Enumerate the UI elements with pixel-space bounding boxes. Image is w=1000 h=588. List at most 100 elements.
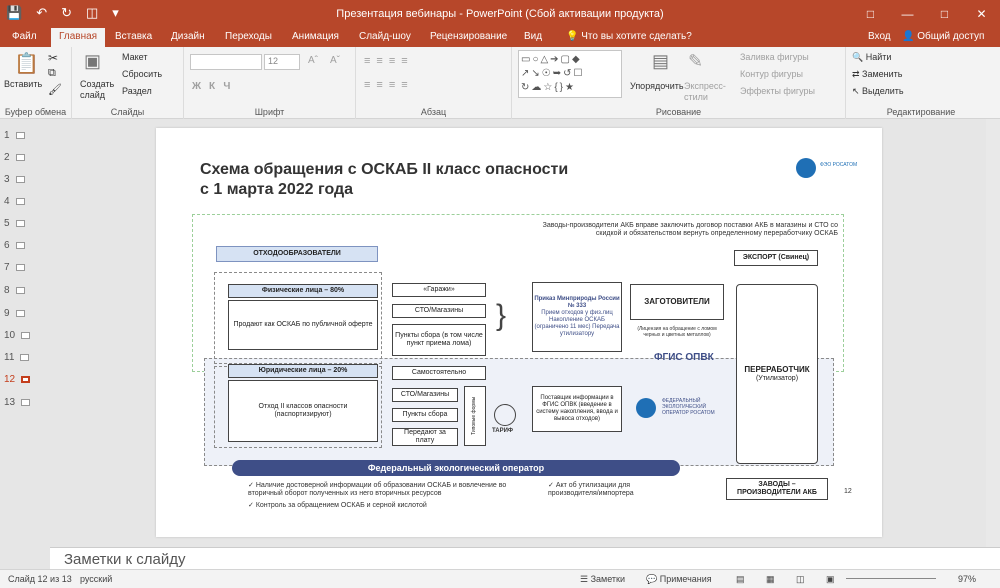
shape-outline-button[interactable]: Контур фигуры — [740, 69, 803, 79]
zoom-level[interactable]: 97% — [958, 574, 976, 584]
arrange-icon[interactable]: ▤ — [652, 51, 669, 72]
slide-thumb-9[interactable]: 9 — [4, 308, 25, 319]
slide-thumb-2[interactable]: 2 — [4, 152, 25, 163]
comments-toggle[interactable]: 💬 Примечания — [646, 574, 712, 585]
new-slide-icon[interactable]: ▣ — [84, 51, 101, 72]
express-styles-icon[interactable]: ✎ — [688, 51, 703, 72]
login-link[interactable]: Вход — [868, 31, 891, 42]
tab-view[interactable]: Вид — [524, 31, 542, 42]
slide-thumb-7[interactable]: 7 — [4, 262, 25, 273]
redo-icon[interactable]: ↻ — [61, 5, 72, 21]
replace-label: Заменить — [862, 69, 903, 79]
shrink-font-icon[interactable]: Aˇ — [330, 55, 340, 66]
legal-desc2: (паспортизируют) — [274, 411, 332, 418]
select-button[interactable]: ↖ Выделить — [852, 86, 904, 97]
slide-thumb-1[interactable]: 1 — [4, 130, 25, 141]
slide-thumb-11[interactable]: 11 — [4, 352, 30, 363]
font-size-input[interactable]: 12 — [264, 54, 300, 70]
generators-label: ОТХОДООБРАЗОВАТЕЛИ — [216, 246, 378, 262]
slide-thumb-number: 12 — [4, 374, 16, 385]
customize-qat-icon[interactable]: ▾ — [112, 5, 119, 21]
slide-thumb-13[interactable]: 13 — [4, 397, 31, 408]
processor-box: ПЕРЕРАБОТЧИК (Утилизатор) — [736, 284, 818, 464]
tab-review[interactable]: Рецензирование — [430, 31, 507, 42]
slide-title-line2[interactable]: с 1 марта 2022 года — [200, 181, 353, 199]
tab-slideshow[interactable]: Слайд-шоу — [359, 31, 411, 42]
font-format-icons[interactable]: ЖКЧ — [192, 81, 238, 92]
find-button[interactable]: 🔍 Найти — [852, 52, 891, 63]
slide-title-line1[interactable]: Схема обращения с ОСКАБ II класс опаснос… — [200, 161, 568, 179]
save-icon[interactable]: 💾 — [6, 5, 22, 21]
brace-icon: } — [496, 299, 507, 332]
shape-effects-button[interactable]: Эффекты фигуры — [740, 86, 815, 96]
create-slide-button[interactable]: Создать слайд — [80, 79, 120, 101]
slide-thumb-6[interactable]: 6 — [4, 240, 25, 251]
slide-sorter-icon[interactable]: ▦ — [766, 574, 775, 585]
tell-me-search[interactable]: 💡 Что вы хотите сделать? — [566, 31, 692, 42]
slide-thumb-8[interactable]: 8 — [4, 285, 25, 296]
cut-icon[interactable]: ✂ — [48, 51, 58, 65]
slide-editing-area[interactable]: Схема обращения с ОСКАБ II класс опаснос… — [50, 119, 986, 547]
slide-thumb-10[interactable]: 10 — [4, 330, 31, 341]
reading-view-icon[interactable]: ◫ — [796, 574, 805, 585]
section-button[interactable]: Раздел — [122, 86, 152, 96]
tab-animation[interactable]: Анимация — [292, 31, 339, 42]
tab-insert[interactable]: Вставка — [115, 31, 152, 42]
grow-font-icon[interactable]: Aˆ — [308, 55, 318, 66]
slide-thumb-12[interactable]: 12 — [4, 374, 31, 385]
align-icons[interactable]: ≡≡≡≡ — [364, 79, 414, 91]
normal-view-icon[interactable]: ▤ — [736, 574, 745, 585]
maximize-button[interactable]: □ — [926, 0, 963, 28]
language[interactable]: русский — [80, 574, 112, 584]
slide-thumb-number: 11 — [4, 352, 15, 363]
vertical-scrollbar[interactable] — [986, 119, 1000, 547]
ribbon: 📋 Вставить ✂ ⧉ 🖌 Буфер обмена ▣ Создать … — [0, 47, 1000, 119]
bullet-1: ✓ Наличие достоверной информации об обра… — [248, 482, 507, 498]
format-painter-icon[interactable]: 🖌 — [48, 83, 62, 96]
paste-icon[interactable]: 📋 — [14, 51, 39, 76]
current-slide[interactable]: Схема обращения с ОСКАБ II класс опаснос… — [156, 128, 882, 537]
share-button[interactable]: 👤 Общий доступ — [902, 31, 984, 42]
zoom-slider[interactable] — [846, 578, 936, 579]
typical-forms-box: Типовые формы — [464, 386, 486, 446]
notes-pane[interactable]: Заметки к слайду — [50, 547, 1000, 569]
fgis-info-box: Поставщик информации в ФГИС ОПВК (введен… — [532, 386, 622, 432]
tab-file[interactable]: Файл — [12, 31, 37, 42]
tariff-label: ТАРИФ — [492, 428, 514, 434]
notes-toggle[interactable]: ☰ Заметки — [580, 574, 625, 585]
copy-icon[interactable]: ⧉ — [48, 67, 56, 80]
tab-transitions[interactable]: Переходы — [225, 31, 272, 42]
slide-thumb-5[interactable]: 5 — [4, 218, 25, 229]
find-label: Найти — [865, 52, 892, 62]
ribbon-tabs: Файл Главная Вставка Дизайн Переходы Ани… — [0, 28, 1000, 47]
garages-box: «Гаражи» — [392, 283, 486, 297]
minimize-button[interactable]: — — [889, 0, 926, 28]
bullet-3: ✓ Акт об утилизации для производителя/им… — [548, 482, 634, 498]
close-button[interactable]: ✕ — [963, 0, 1000, 28]
arrange-button[interactable]: Упорядочить — [630, 81, 684, 91]
tab-design[interactable]: Дизайн — [171, 31, 205, 42]
replace-button[interactable]: ⇄ Заменить — [852, 69, 903, 80]
notes-toggle-label: Заметки — [590, 574, 626, 584]
slide-thumb-3[interactable]: 3 — [4, 174, 25, 185]
slideshow-start-icon[interactable]: ◫ — [86, 5, 98, 21]
slide-thumb-4[interactable]: 4 — [4, 196, 25, 207]
shape-fill-button[interactable]: Заливка фигуры — [740, 52, 809, 62]
tab-home[interactable]: Главная — [51, 28, 106, 47]
layout-button[interactable]: Макет — [122, 52, 147, 62]
reset-button[interactable]: Сбросить — [122, 69, 162, 79]
slideshow-view-icon[interactable]: ▣ — [826, 574, 835, 585]
bullet-2-text: Контроль за обращением ОСКАБ и серной ки… — [255, 502, 427, 509]
paste-button[interactable]: Вставить — [4, 79, 42, 89]
shapes-gallery[interactable]: ▭○△➔▢◆ ↗↘☉➥↺☐ ↻☁☆{}★ — [518, 50, 622, 98]
express-styles-button[interactable]: Экспресс-стили — [684, 81, 726, 103]
bullet-2: ✓ Контроль за обращением ОСКАБ и серной … — [248, 502, 427, 509]
ribbon-display-options-icon[interactable]: □ — [852, 0, 889, 28]
font-name-input[interactable] — [190, 54, 262, 70]
sto2-box: СТО/Магазины — [392, 388, 458, 402]
undo-icon[interactable]: ↶ — [36, 5, 47, 21]
list-icons[interactable]: ≡≡≡≡ — [364, 55, 414, 67]
processor-sub: (Утилизатор) — [755, 374, 799, 382]
group-drawing: ▭○△➔▢◆ ↗↘☉➥↺☐ ↻☁☆{}★ ▤ Упорядочить ✎ Экспр… — [512, 47, 846, 119]
select-label: Выделить — [862, 86, 904, 96]
